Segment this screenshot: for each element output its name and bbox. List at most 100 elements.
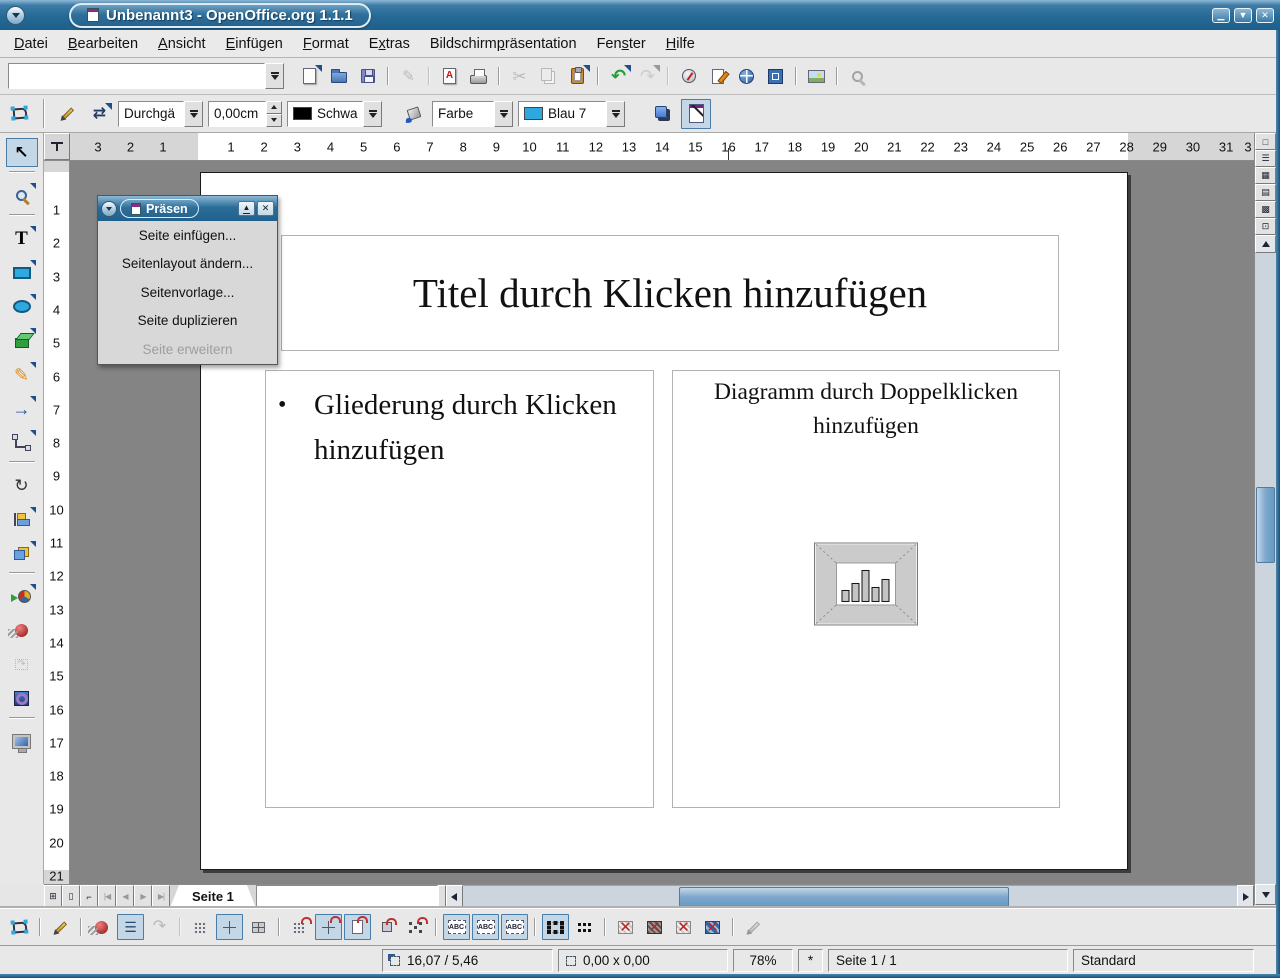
- lines-arrows-tool-button[interactable]: →: [6, 394, 38, 423]
- chart-placeholder[interactable]: Diagramm durch Doppelklicken hinzufügen: [672, 370, 1060, 808]
- vertical-scroll-thumb[interactable]: [1256, 487, 1275, 563]
- spin-down-icon[interactable]: [266, 114, 282, 127]
- picture-placeholder-button[interactable]: ✕: [612, 914, 639, 940]
- palette-close-button[interactable]: ✕: [257, 201, 274, 216]
- save-button[interactable]: [354, 63, 381, 89]
- 3d-controller-tool-button[interactable]: [6, 684, 38, 713]
- menu-fenster[interactable]: Fenster: [587, 33, 656, 55]
- line-color-combobox[interactable]: Schwa: [287, 101, 382, 127]
- modify-object-button[interactable]: [740, 914, 767, 940]
- fill-type-dropdown-arrow-icon[interactable]: [494, 101, 513, 127]
- fill-type-value[interactable]: Farbe: [432, 101, 494, 127]
- rectangle-tool-button[interactable]: [6, 258, 38, 287]
- menu-ansicht[interactable]: Ansicht: [148, 33, 216, 55]
- spin-up-icon[interactable]: [266, 101, 282, 114]
- palette-item-seitenvorlage[interactable]: Seitenvorlage...: [98, 278, 277, 307]
- quick-edit-button[interactable]: ABC: [443, 914, 470, 940]
- tab-stop-selector[interactable]: [44, 133, 70, 160]
- alignment-tool-button[interactable]: [6, 505, 38, 534]
- menu-datei[interactable]: Datei: [4, 33, 58, 55]
- page-number-field[interactable]: Seite 1 / 1: [828, 949, 1068, 972]
- area-dialog-button[interactable]: [400, 101, 427, 127]
- first-page-button[interactable]: |◀: [98, 885, 116, 908]
- fill-color-combobox[interactable]: Blau 7: [518, 101, 625, 127]
- menu-bearbeiten[interactable]: Bearbeiten: [58, 33, 148, 55]
- rotation-mode-button[interactable]: [47, 914, 74, 940]
- previous-page-button[interactable]: ◀: [116, 885, 134, 908]
- contour-mode-button[interactable]: ✕: [641, 914, 668, 940]
- print-button[interactable]: [465, 63, 492, 89]
- shadow-button[interactable]: [649, 101, 676, 127]
- palette-item-seitenlayout-aendern[interactable]: Seitenlayout ändern...: [98, 250, 277, 279]
- title-placeholder[interactable]: Titel durch Klicken hinzufügen: [281, 235, 1059, 351]
- snap-to-border-button[interactable]: [373, 914, 400, 940]
- edit-file-button[interactable]: ✎: [395, 63, 422, 89]
- preview-mode-button[interactable]: ↷: [146, 914, 173, 940]
- palette-item-seite-erweitern[interactable]: Seite er​weitern: [98, 335, 277, 364]
- presentation-tool-button[interactable]: [6, 727, 38, 756]
- scroll-down-button[interactable]: [1255, 884, 1276, 905]
- open-button[interactable]: [325, 63, 352, 89]
- horizontal-ruler[interactable]: 3211234567891011121314151617181920212223…: [44, 133, 1254, 161]
- new-document-button[interactable]: [296, 63, 323, 89]
- arrow-ends-button[interactable]: ⇄: [86, 101, 113, 127]
- menu-format[interactable]: Format: [293, 33, 359, 55]
- titlebar[interactable]: Unbenannt3 - OpenOffice.org 1.1.1 ▁▼✕: [0, 0, 1280, 30]
- search-button[interactable]: [844, 63, 871, 89]
- presentation-palette[interactable]: Präsen ▲ ✕ Seite einfügen...Seitenlayout…: [97, 195, 278, 365]
- palette-item-seite-einfuegen[interactable]: Seite einfügen...: [98, 221, 277, 250]
- zoom-field[interactable]: 78%: [733, 949, 793, 972]
- line-style-value[interactable]: Durchgä: [118, 101, 184, 127]
- vertical-scroll-track[interactable]: [1255, 253, 1276, 884]
- text-placeholder-button[interactable]: ✕: [670, 914, 697, 940]
- guides-visible-button[interactable]: [245, 914, 272, 940]
- cursor-position-field[interactable]: 16,07 / 5,46: [382, 949, 553, 972]
- pane-splitter[interactable]: [438, 885, 446, 908]
- page-mode-button[interactable]: ⊞: [44, 885, 62, 908]
- interaction-tool-button[interactable]: ↷: [6, 650, 38, 679]
- menu-einfuegen[interactable]: Einfügen: [216, 33, 293, 55]
- start-presentation-button[interactable]: ⊡: [1255, 218, 1276, 235]
- select-text-area-button[interactable]: ABC: [472, 914, 499, 940]
- scroll-right-button[interactable]: [1237, 885, 1254, 908]
- palette-menu-button[interactable]: [101, 201, 117, 217]
- 3d-object-tool-button[interactable]: [6, 326, 38, 355]
- ellipse-tool-button[interactable]: [6, 292, 38, 321]
- last-page-button[interactable]: ▶|: [152, 885, 170, 908]
- line-dialog-button[interactable]: [54, 101, 81, 127]
- zoom-dialog-button[interactable]: [762, 63, 789, 89]
- url-input[interactable]: [8, 63, 265, 89]
- presentation-box-toggle-button[interactable]: [681, 99, 711, 129]
- insert-tool-button[interactable]: [6, 582, 38, 611]
- palette-titlebar[interactable]: Präsen ▲ ✕: [98, 196, 277, 221]
- vertical-scrollbar[interactable]: □☰▦▤▩⊡: [1254, 133, 1276, 905]
- url-dropdown-arrow-icon[interactable]: [265, 63, 284, 89]
- minimize-button[interactable]: ▁: [1212, 8, 1230, 23]
- drawing-view-button[interactable]: □: [1255, 133, 1276, 150]
- line-width-value[interactable]: 0,00cm: [208, 101, 266, 127]
- outline-view-button[interactable]: ☰: [1255, 150, 1276, 167]
- copy-button[interactable]: [535, 63, 562, 89]
- effects-tool-button[interactable]: [6, 616, 38, 645]
- master-mode-button[interactable]: ▯: [62, 885, 80, 908]
- handout-view-button[interactable]: ▩: [1255, 201, 1276, 218]
- menu-extras[interactable]: Extras: [359, 33, 420, 55]
- zoom-tool-button[interactable]: [6, 181, 38, 210]
- text-tool-button[interactable]: T: [6, 224, 38, 253]
- edit-points-button[interactable]: [6, 101, 33, 127]
- palette-rollup-button[interactable]: ▲: [238, 201, 255, 216]
- horizontal-scrollbar[interactable]: [446, 885, 1254, 908]
- line-color-dropdown-arrow-icon[interactable]: [363, 101, 382, 127]
- grid-visible-button[interactable]: [187, 914, 214, 940]
- allow-interaction-button[interactable]: ☰: [117, 914, 144, 940]
- notes-view-button[interactable]: ▤: [1255, 184, 1276, 201]
- line-style-dropdown-arrow-icon[interactable]: [184, 101, 203, 127]
- layer-mode-button[interactable]: ⌐: [80, 885, 98, 908]
- rotate-tool-button[interactable]: ↻: [6, 471, 38, 500]
- snap-to-points-button[interactable]: [402, 914, 429, 940]
- menu-bildschirmpraesentation[interactable]: Bildschirmpräsentation: [420, 33, 587, 55]
- scroll-up-button[interactable]: [1255, 235, 1276, 253]
- double-click-edit-button[interactable]: ABC: [501, 914, 528, 940]
- maximize-button[interactable]: ▼: [1234, 8, 1252, 23]
- arrange-tool-button[interactable]: [6, 539, 38, 568]
